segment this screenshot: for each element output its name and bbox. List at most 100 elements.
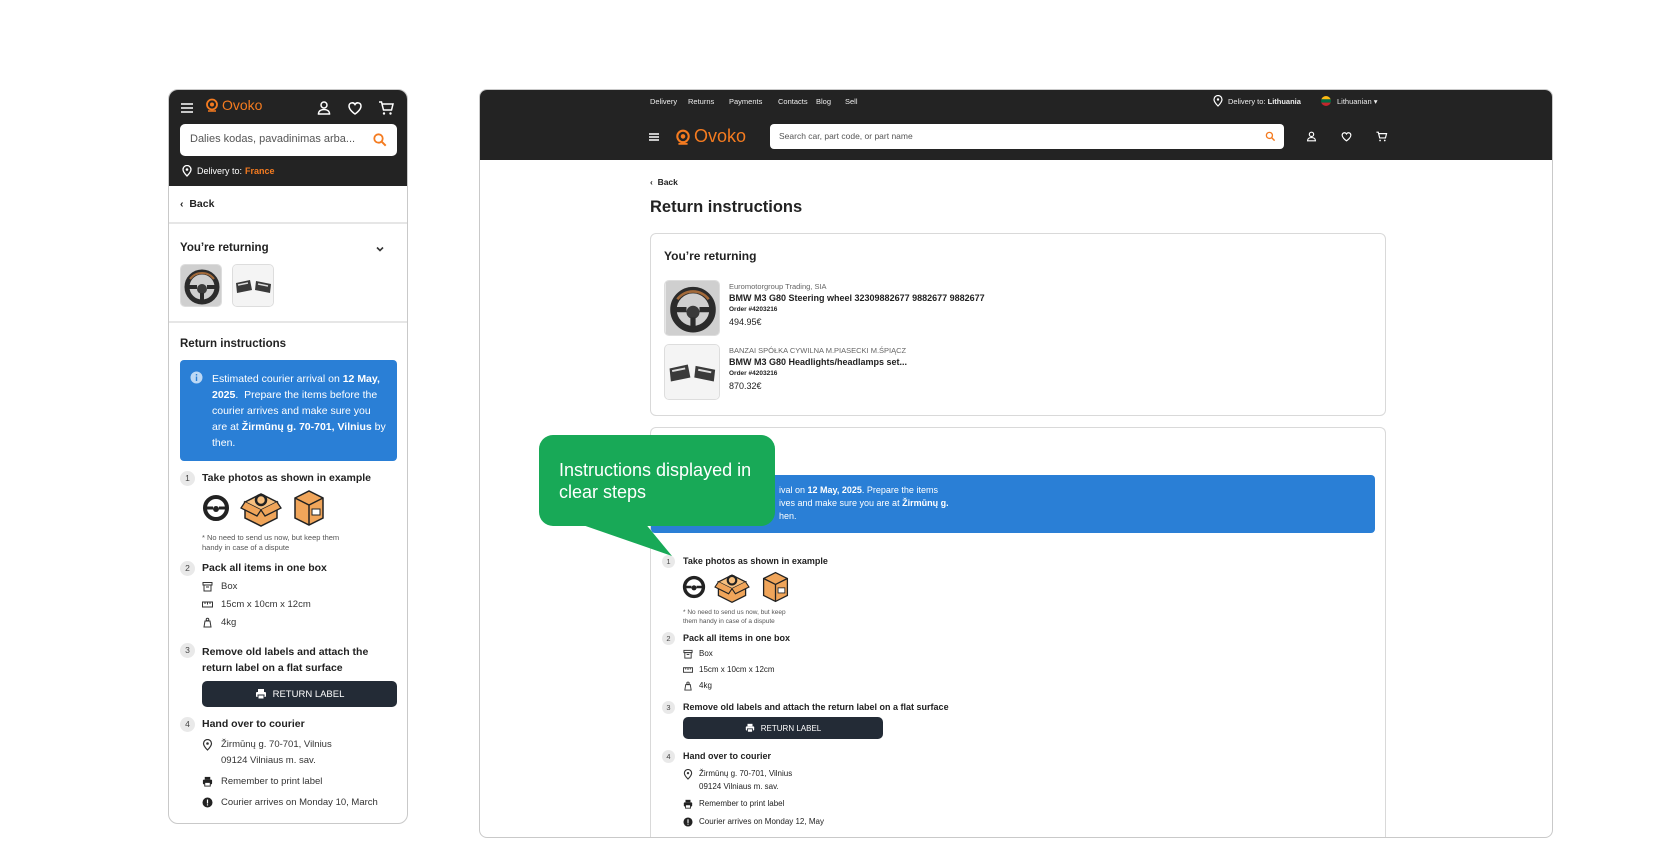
ovoko-logo[interactable]: Ovoko xyxy=(675,126,746,147)
nav-returns[interactable]: Returns xyxy=(688,97,714,106)
return-label-button[interactable]: RETURN LABEL xyxy=(683,717,883,739)
alert-icon xyxy=(683,817,693,827)
courier-info-banner: Estimated courier arrival on 12 May, 202… xyxy=(180,360,397,461)
printer-icon xyxy=(255,689,266,700)
step-title: Hand over to courier xyxy=(202,718,305,730)
return-label-button[interactable]: RETURN LABEL xyxy=(202,681,397,707)
location-pin-icon xyxy=(182,165,192,177)
delivery-indicator[interactable]: Delivery to: Lithuania xyxy=(1228,97,1301,106)
menu-icon[interactable] xyxy=(647,130,661,144)
steering-wheel-photo-icon xyxy=(203,495,229,521)
weight-icon xyxy=(684,681,692,691)
search-input[interactable]: Search car, part code, or part name xyxy=(770,124,1284,149)
search-icon[interactable] xyxy=(371,131,389,149)
step-number: 4 xyxy=(662,750,675,763)
search-placeholder: Dalies kodas, pavadinimas arba... xyxy=(190,133,356,145)
delivery-indicator[interactable]: Delivery to: France xyxy=(181,165,275,177)
nav-contacts[interactable]: Contacts xyxy=(778,97,808,106)
return-label-text: RETURN LABEL xyxy=(760,723,822,733)
step-number: 2 xyxy=(180,561,195,576)
courier-address-2: 09124 Vilniaus m. sav. xyxy=(699,782,779,791)
ruler-icon xyxy=(202,601,213,608)
box-icon xyxy=(683,649,693,659)
nav-sell[interactable]: Sell xyxy=(845,97,858,106)
item-order: Order #4203216 xyxy=(729,370,778,377)
ovoko-logo[interactable]: Ovoko xyxy=(205,97,262,113)
steering-wheel-image xyxy=(665,281,719,335)
info-line-2: ives and make sure you are at Žirmūnų g. xyxy=(779,498,949,508)
cart-icon[interactable] xyxy=(1375,130,1388,143)
location-pin-icon xyxy=(683,769,693,780)
photo-note: * No need to send us now, but keep them … xyxy=(202,533,340,552)
divider xyxy=(169,321,407,323)
return-label-text: RETURN LABEL xyxy=(272,688,345,700)
mobile-screen: Ovoko Dalies kodas, pavadinimas arba... … xyxy=(168,89,408,824)
nav-delivery[interactable]: Delivery xyxy=(650,97,677,106)
account-icon[interactable] xyxy=(1305,130,1318,143)
search-placeholder: Search car, part code, or part name xyxy=(779,131,913,141)
account-icon[interactable] xyxy=(315,99,333,117)
item-price: 870.32€ xyxy=(729,381,762,391)
chevron-down-icon[interactable] xyxy=(374,243,386,255)
info-address: Žirmūnų g. 70-701, Vilnius xyxy=(241,421,372,433)
print-reminder: Remember to print label xyxy=(221,776,323,787)
search-icon[interactable] xyxy=(1264,130,1277,143)
returning-title: You’re returning xyxy=(180,242,269,254)
closed-box-photo-icon xyxy=(294,490,324,526)
headlights-thumb[interactable] xyxy=(232,264,274,307)
lithuania-flag-icon xyxy=(1321,96,1331,106)
page-title: Return instructions xyxy=(650,198,803,216)
step-title: Take photos as shown in example xyxy=(202,472,372,484)
pack-dims: 15cm x 10cm x 12cm xyxy=(699,665,775,674)
step-title: Pack all items in one box xyxy=(683,633,791,643)
step-number: 2 xyxy=(662,632,675,645)
headlights-image xyxy=(665,345,719,399)
search-input[interactable]: Dalies kodas, pavadinimas arba... xyxy=(180,124,397,156)
mobile-header: Ovoko Dalies kodas, pavadinimas arba... … xyxy=(169,90,407,186)
logo-icon xyxy=(676,129,690,145)
back-link[interactable]: ‹ Back xyxy=(650,177,678,187)
heart-icon[interactable] xyxy=(346,99,364,117)
heart-icon[interactable] xyxy=(1340,130,1353,143)
step-number: 4 xyxy=(180,717,195,732)
steering-wheel-thumb[interactable] xyxy=(180,264,222,307)
info-line-1: Estimated courier arrival on 12 May, 202… xyxy=(212,373,386,449)
logo-text: Ovoko xyxy=(694,126,747,146)
delivery-country: France xyxy=(245,166,275,176)
print-reminder: Remember to print label xyxy=(699,799,785,808)
info-line-1: ival on 12 May, 2025. Prepare the items xyxy=(779,485,938,495)
menu-icon[interactable] xyxy=(178,99,196,117)
steering-wheel-image xyxy=(181,265,221,306)
step-title: Remove old labels and attach the return … xyxy=(683,702,949,712)
info-date: 12 May, 2025 xyxy=(212,373,380,401)
courier-address-1: Žirmūnų g. 70-701, Vilnius xyxy=(699,769,793,778)
returning-title: You’re returning xyxy=(664,249,757,263)
nav-blog[interactable]: Blog xyxy=(816,97,831,106)
item-seller: Euromotorgroup Trading, SIA xyxy=(729,282,827,291)
headlights-image xyxy=(233,265,273,306)
item-price: 494.95€ xyxy=(729,317,762,327)
back-link[interactable]: ‹ Back xyxy=(180,198,214,210)
callout-pointer xyxy=(574,522,672,556)
divider xyxy=(169,222,407,224)
cart-icon[interactable] xyxy=(377,99,395,117)
item-name[interactable]: BMW M3 G80 Steering wheel 32309882677 98… xyxy=(729,293,985,303)
callout-text: Instructions displayed in clear steps xyxy=(559,460,752,502)
printer-icon xyxy=(745,723,754,733)
steering-wheel-thumb[interactable] xyxy=(664,280,720,336)
headlights-thumb[interactable] xyxy=(664,344,720,400)
step-number: 3 xyxy=(180,643,195,658)
return-instructions-title: Return instructions xyxy=(180,338,287,350)
language-selector[interactable]: Lithuanian ▾ xyxy=(1337,97,1377,106)
nav-payments[interactable]: Payments xyxy=(729,97,762,106)
info-line-3: hen. xyxy=(779,511,797,521)
box-icon xyxy=(202,582,213,592)
item-name[interactable]: BMW M3 G80 Headlights/headlamps set... xyxy=(729,357,907,367)
courier-arrival: Courier arrives on Monday 10, March xyxy=(221,797,378,808)
pack-dims: 15cm x 10cm x 12cm xyxy=(221,599,311,610)
info-icon xyxy=(190,371,203,384)
courier-arrival: Courier arrives on Monday 12, May xyxy=(699,817,824,826)
annotation-callout: Instructions displayed in clear steps xyxy=(539,435,775,526)
item-order: Order #4203216 xyxy=(729,306,778,313)
desktop-header: Delivery Returns Payments Contacts Blog … xyxy=(480,90,1552,160)
